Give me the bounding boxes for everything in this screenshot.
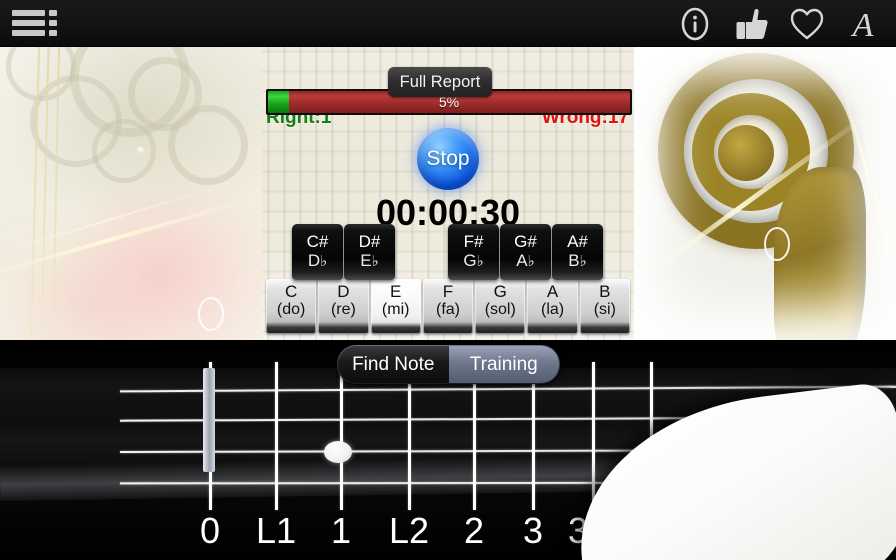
fret-line-2	[340, 362, 343, 510]
training-panel: Right:1 Wrong:17 Full Report 5% Stop 00:…	[262, 47, 634, 340]
fret-label-2: 2	[463, 510, 485, 551]
highlight-ring	[198, 297, 224, 331]
white-key-solfege: (re)	[330, 301, 356, 318]
black-key-sharp-label: C#	[306, 232, 329, 251]
white-key-solfege: (mi)	[381, 301, 410, 318]
top-bar-actions: A	[674, 0, 888, 47]
fret-label-1: 1	[330, 510, 352, 551]
fret-line-1	[275, 362, 278, 510]
fret-line-3	[408, 362, 411, 510]
mode-segmented-control[interactable]: Find Note Training	[337, 345, 560, 384]
menu-square	[49, 20, 57, 26]
white-key-letter: F	[442, 282, 454, 301]
fret-label-0: 0	[199, 510, 221, 551]
full-report-button[interactable]: Full Report	[388, 67, 492, 97]
white-key-letter: E	[390, 282, 402, 301]
white-key-F[interactable]: F (fa)	[422, 279, 474, 334]
white-key-letter: A	[546, 282, 559, 301]
black-key-sharp-label: G#	[514, 232, 537, 251]
black-key-sharp-label: D#	[358, 232, 381, 251]
black-key-Csharp[interactable]: C# D♭	[292, 224, 343, 280]
white-key-A[interactable]: A (la)	[527, 279, 578, 334]
white-key-solfege: (la)	[540, 301, 565, 318]
fret-line-6	[592, 362, 595, 510]
nut-edge	[203, 368, 215, 472]
heart-icon[interactable]	[786, 3, 828, 45]
black-key-Dsharp[interactable]: D# E♭	[344, 224, 395, 280]
white-key-C[interactable]: C (do)	[266, 279, 317, 334]
tab-find-note[interactable]: Find Note	[338, 346, 449, 383]
ornament-swirl	[168, 105, 248, 185]
note-position-marker	[324, 441, 352, 463]
white-keys-row: C (do) D (re) E (mi) F (fa) G (sol) A (la) B (si)	[266, 279, 630, 334]
black-key-flat-label: D♭	[307, 251, 328, 271]
right-decorative-image	[634, 47, 896, 340]
sparkle	[136, 145, 145, 154]
stop-button[interactable]: Stop	[417, 128, 479, 190]
fret-label-L2: L2	[388, 510, 430, 551]
white-key-B[interactable]: B (si)	[579, 279, 630, 334]
fret-label-L1: L1	[255, 510, 297, 551]
black-key-Fsharp[interactable]: F# G♭	[448, 224, 499, 280]
fret-line-4	[473, 362, 476, 510]
menu-bar	[12, 20, 45, 26]
vignette	[634, 47, 896, 340]
white-key-solfege: (si)	[593, 301, 616, 318]
list-menu-icon[interactable]	[12, 8, 60, 40]
black-key-flat-label: G♭	[463, 251, 484, 271]
fret-label-3: 3	[522, 510, 544, 551]
black-key-flat-label: B♭	[568, 251, 587, 271]
white-key-solfege: (do)	[276, 301, 306, 318]
svg-text:A: A	[851, 7, 874, 43]
black-keys-row: C# D♭ D# E♭ F# G♭ G# A♭ A# B♭	[292, 224, 604, 280]
app-root: A Right:1 Wrong:17 Full Report 5% Stop 0…	[0, 0, 896, 560]
top-app-bar: A	[0, 0, 896, 47]
white-key-E[interactable]: E (mi)	[370, 279, 421, 334]
white-key-letter: C	[285, 282, 298, 301]
menu-bar	[12, 30, 45, 36]
thumbs-up-icon[interactable]	[730, 3, 772, 45]
ornament-swirl	[92, 119, 156, 183]
black-key-sharp-label: A#	[567, 232, 588, 251]
left-decorative-image	[0, 47, 262, 340]
black-key-flat-label: A♭	[516, 251, 535, 271]
bow-streak	[0, 196, 256, 278]
white-key-D[interactable]: D (re)	[318, 279, 369, 334]
font-a-icon[interactable]: A	[842, 3, 884, 45]
fret-line-5	[532, 362, 535, 510]
info-icon[interactable]	[674, 3, 716, 45]
white-key-letter: B	[599, 282, 611, 301]
black-key-flat-label: E♭	[360, 251, 379, 271]
tab-training[interactable]: Training	[448, 346, 559, 383]
black-key-sharp-label: F#	[463, 232, 484, 251]
black-key-Asharp[interactable]: A# B♭	[552, 224, 603, 280]
menu-bar	[12, 10, 45, 16]
stop-button-label: Stop	[426, 147, 470, 170]
white-key-solfege: (fa)	[435, 301, 460, 318]
white-key-G[interactable]: G (sol)	[475, 279, 526, 334]
white-key-solfege: (sol)	[484, 301, 516, 318]
menu-square	[49, 10, 57, 16]
white-key-letter: D	[337, 282, 350, 301]
menu-square	[49, 30, 57, 36]
white-key-letter: G	[493, 282, 507, 301]
black-key-Gsharp[interactable]: G# A♭	[500, 224, 551, 280]
